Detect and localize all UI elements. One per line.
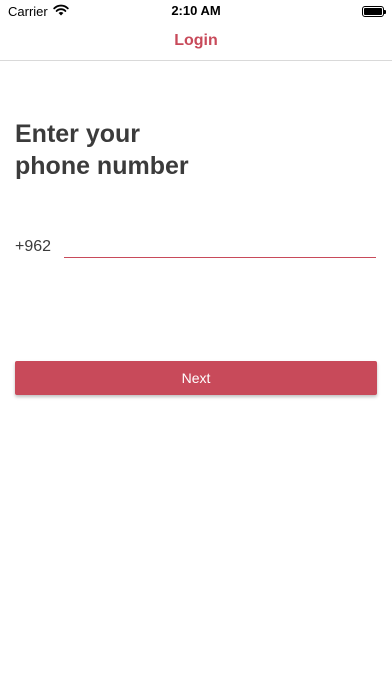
nav-title: Login	[174, 32, 218, 49]
heading-line-2: phone number	[15, 152, 189, 180]
navigation-bar: Login	[0, 22, 392, 61]
phone-number-input[interactable]	[64, 234, 376, 258]
heading-line-1: Enter your	[15, 120, 141, 148]
status-time: 2:10 AM	[171, 3, 221, 18]
battery-icon	[362, 5, 386, 17]
country-code-label[interactable]: +962	[15, 238, 51, 256]
page-heading: Enter your phone number	[15, 118, 315, 182]
next-button[interactable]: Next	[15, 361, 377, 395]
login-screen: Carrier 2:10 AM Login Enter your phone n…	[0, 0, 392, 696]
status-bar: Carrier 2:10 AM	[0, 0, 392, 22]
